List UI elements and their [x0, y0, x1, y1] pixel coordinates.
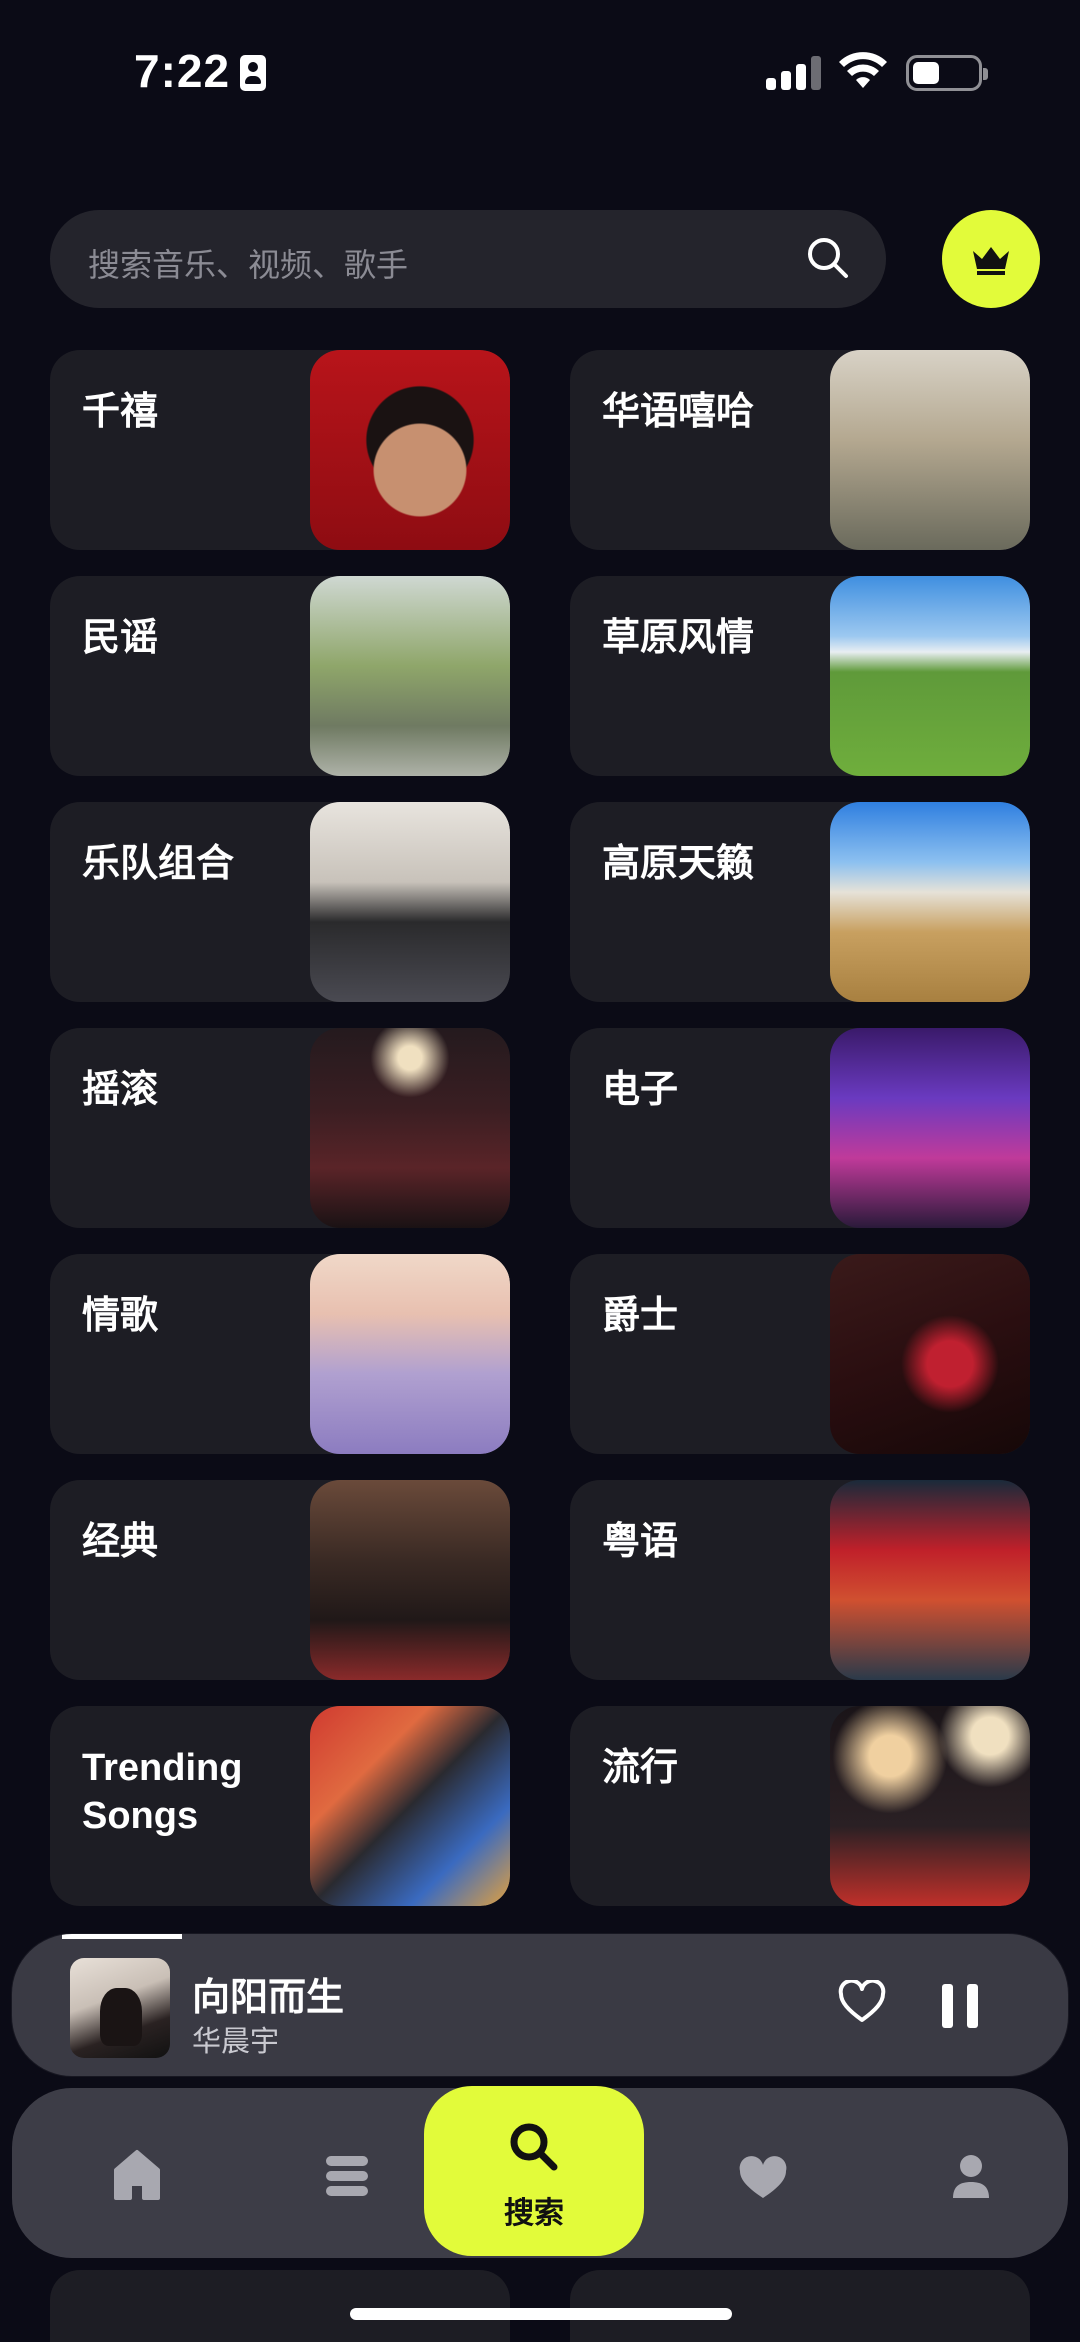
- genre-image: [830, 350, 1030, 550]
- library-list-icon[interactable]: [302, 2140, 392, 2210]
- like-heart-icon[interactable]: [838, 1980, 886, 2024]
- search-placeholder: 搜索音乐、视频、歌手: [88, 247, 409, 283]
- genre-label: 华语嘻哈: [602, 391, 755, 433]
- genre-tile-plateau[interactable]: 高原天籁: [570, 802, 1030, 1002]
- genre-label: 电子: [602, 1069, 679, 1111]
- genre-label: 爵士: [602, 1295, 679, 1337]
- genre-tile-partial: [570, 2270, 1030, 2342]
- mini-player[interactable]: 向阳而生 华晨宇: [12, 1934, 1068, 2076]
- genre-image: [310, 1706, 510, 1906]
- genre-image: [310, 576, 510, 776]
- favorites-heart-icon[interactable]: [718, 2140, 808, 2210]
- vip-crown-button[interactable]: [942, 210, 1040, 308]
- playback-progress: [62, 1934, 182, 1939]
- song-artist: 华晨宇: [192, 2026, 280, 2058]
- genre-tile-folk[interactable]: 民谣: [50, 576, 510, 776]
- genre-tile-chinese-hiphop[interactable]: 华语嘻哈: [570, 350, 1030, 550]
- genre-label: 高原天籁: [602, 843, 755, 885]
- genre-label: 乐队组合: [82, 843, 235, 885]
- profile-icon[interactable]: [926, 2140, 1016, 2210]
- genre-image: [830, 1254, 1030, 1454]
- genre-tile-grassland[interactable]: 草原风情: [570, 576, 1030, 776]
- genre-label: 粤语: [602, 1521, 679, 1563]
- genre-tile-rock[interactable]: 摇滚: [50, 1028, 510, 1228]
- genre-image: [310, 1480, 510, 1680]
- screen: 7:22 搜索音乐、视频、歌手 千禧 华语嘻哈 民谣 草原风情 乐队组合 高原天…: [0, 0, 1080, 2342]
- genre-image: [310, 802, 510, 1002]
- genre-label: 情歌: [82, 1295, 159, 1337]
- wifi-icon: [839, 52, 887, 88]
- genre-image: [310, 1254, 510, 1454]
- contact-card-icon: [240, 55, 266, 91]
- tab-search-label: 搜索: [504, 2197, 564, 2230]
- genre-image: [830, 576, 1030, 776]
- home-indicator: [350, 2308, 732, 2320]
- genre-tile-pop[interactable]: 流行: [570, 1706, 1030, 1906]
- genre-label: 草原风情: [602, 617, 755, 659]
- genre-label: Trending Songs: [82, 1747, 243, 1837]
- genre-tile-classic[interactable]: 经典: [50, 1480, 510, 1680]
- genre-tile-love-songs[interactable]: 情歌: [50, 1254, 510, 1454]
- genre-label: 经典: [82, 1521, 159, 1563]
- genre-tile-band[interactable]: 乐队组合: [50, 802, 510, 1002]
- genre-image: [830, 1706, 1030, 1906]
- pause-button[interactable]: [942, 1984, 978, 2028]
- album-cover: [70, 1958, 170, 2058]
- cellular-signal-icon: [766, 56, 822, 90]
- genre-label: 摇滚: [82, 1069, 159, 1111]
- battery-icon: [906, 55, 988, 91]
- genre-tile-electronic[interactable]: 电子: [570, 1028, 1030, 1228]
- genre-tile-jazz[interactable]: 爵士: [570, 1254, 1030, 1454]
- genre-tile-qianxi[interactable]: 千禧: [50, 350, 510, 550]
- status-bar: 7:22: [0, 0, 1080, 150]
- genre-tile-partial: [50, 2270, 510, 2342]
- search-input[interactable]: 搜索音乐、视频、歌手: [50, 210, 886, 308]
- genre-image: [310, 350, 510, 550]
- search-icon[interactable]: [806, 236, 850, 280]
- genre-tile-trending-songs[interactable]: Trending Songs: [50, 1706, 510, 1906]
- genre-label: 流行: [602, 1747, 679, 1789]
- status-time: 7:22: [134, 45, 231, 97]
- genre-image: [310, 1028, 510, 1228]
- crown-icon: [973, 247, 1009, 275]
- genre-image: [830, 1028, 1030, 1228]
- genre-image: [830, 802, 1030, 1002]
- song-title: 向阳而生: [192, 1977, 345, 2019]
- genre-image: [830, 1480, 1030, 1680]
- genre-label: 民谣: [82, 617, 159, 659]
- tab-search[interactable]: 搜索: [424, 2086, 644, 2256]
- search-tab-icon: [510, 2123, 558, 2171]
- home-icon[interactable]: [92, 2140, 182, 2210]
- genre-label: 千禧: [82, 391, 159, 433]
- genre-tile-cantonese[interactable]: 粤语: [570, 1480, 1030, 1680]
